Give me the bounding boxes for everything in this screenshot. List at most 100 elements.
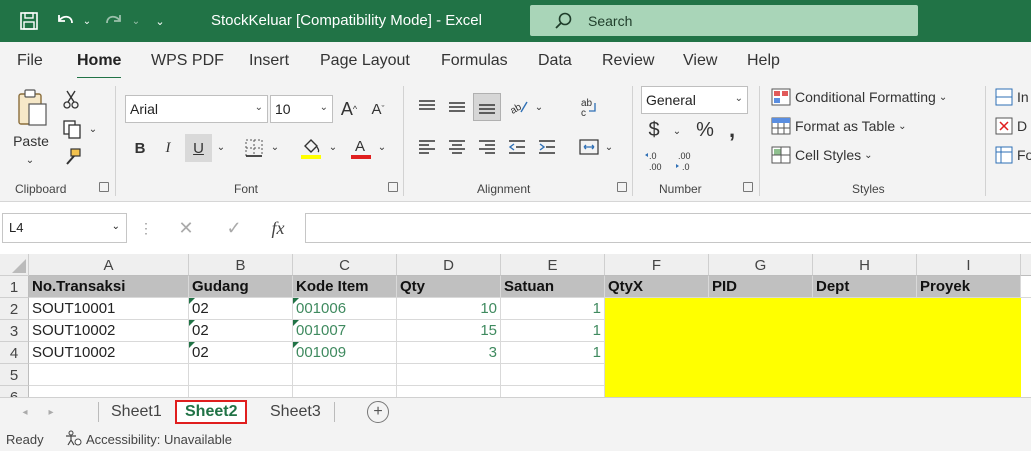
table-cell[interactable]: SOUT10001 — [29, 298, 189, 320]
row-header[interactable]: 5 — [0, 364, 29, 386]
name-box[interactable]: L4 ⌄ — [2, 213, 127, 243]
alignment-launcher-icon[interactable] — [617, 182, 627, 192]
underline-button[interactable]: U — [185, 134, 212, 162]
empty-cell[interactable] — [189, 364, 293, 386]
menu-data[interactable]: Data — [538, 52, 572, 70]
delete-cells-button[interactable]: D — [995, 117, 1027, 135]
borders-icon[interactable] — [241, 136, 267, 160]
decrease-indent-icon[interactable] — [504, 134, 530, 160]
select-all-corner[interactable] — [0, 254, 29, 276]
search-box[interactable]: Search — [530, 5, 918, 36]
empty-cell[interactable] — [501, 364, 605, 386]
table-header-cell[interactable]: PID — [709, 276, 813, 298]
font-launcher-icon[interactable] — [388, 182, 398, 192]
bold-button[interactable]: B — [128, 136, 152, 160]
menu-home[interactable]: Home — [77, 52, 122, 80]
empty-cell[interactable] — [1021, 276, 1031, 298]
row-header[interactable]: 2 — [0, 298, 29, 320]
empty-cell[interactable] — [293, 386, 397, 397]
table-cell[interactable]: 15 — [397, 320, 501, 342]
scroll-tabs-left-icon[interactable]: ◂ — [18, 404, 32, 420]
table-cell[interactable]: 001006 — [293, 298, 397, 320]
increase-indent-icon[interactable] — [534, 134, 560, 160]
sheet-tab-sheet3[interactable]: Sheet3 — [262, 400, 329, 424]
row-header[interactable]: 6 — [0, 386, 29, 397]
format-as-table-button[interactable]: Format as Table ⌄ — [771, 117, 907, 135]
align-left-icon[interactable] — [414, 134, 440, 160]
table-cell[interactable]: 02 — [189, 342, 293, 364]
table-cell[interactable]: 001007 — [293, 320, 397, 342]
table-header-cell[interactable]: Qty — [397, 276, 501, 298]
highlighted-range[interactable] — [605, 298, 1021, 397]
comma-format-button[interactable]: , — [722, 117, 742, 142]
decrease-font-size-icon[interactable]: Aˇ — [366, 96, 390, 122]
font-name-select[interactable]: Arial ⌄ — [125, 95, 268, 123]
column-header[interactable]: G — [709, 254, 813, 276]
empty-cell[interactable] — [29, 364, 189, 386]
redo-icon[interactable] — [101, 0, 127, 42]
menu-view[interactable]: View — [683, 52, 717, 70]
table-header-cell[interactable]: Dept — [813, 276, 917, 298]
insert-cells-button[interactable]: In — [995, 88, 1029, 106]
clipboard-launcher-icon[interactable] — [99, 182, 109, 192]
format-cells-button[interactable]: Fo — [995, 146, 1031, 164]
empty-cell[interactable] — [1021, 298, 1031, 397]
column-header[interactable]: F — [605, 254, 709, 276]
table-cell[interactable]: 3 — [397, 342, 501, 364]
menu-review[interactable]: Review — [602, 52, 654, 70]
table-cell[interactable]: SOUT10002 — [29, 320, 189, 342]
increase-font-size-icon[interactable]: A ^ — [337, 96, 361, 122]
accessibility-icon[interactable] — [64, 430, 82, 449]
formula-bar-grip-icon[interactable]: ⋮ — [139, 216, 153, 240]
merge-dropdown-icon[interactable]: ⌄ — [602, 140, 616, 154]
percent-format-button[interactable]: % — [692, 118, 718, 142]
currency-format-button[interactable]: $ — [642, 118, 666, 142]
column-header[interactable]: I — [917, 254, 1021, 276]
increase-decimal-icon[interactable]: .0.00 — [642, 148, 670, 174]
table-header-cell[interactable]: Gudang — [189, 276, 293, 298]
merge-center-icon[interactable] — [576, 134, 602, 160]
menu-page-layout[interactable]: Page Layout — [320, 52, 410, 70]
table-header-cell[interactable]: No.Transaksi — [29, 276, 189, 298]
empty-cell[interactable] — [501, 386, 605, 397]
insert-function-button[interactable]: fx — [265, 216, 291, 240]
save-icon[interactable] — [14, 0, 44, 42]
column-header[interactable]: A — [29, 254, 189, 276]
fill-color-icon[interactable] — [298, 134, 324, 162]
fill-color-dropdown-icon[interactable]: ⌄ — [326, 140, 340, 154]
italic-button[interactable]: I — [156, 136, 180, 160]
decrease-decimal-icon[interactable]: .00.0 — [672, 148, 700, 174]
row-header[interactable]: 3 — [0, 320, 29, 342]
sheet-tab-sheet2[interactable]: Sheet2 — [175, 400, 248, 424]
menu-insert[interactable]: Insert — [249, 52, 289, 70]
empty-cell[interactable] — [189, 386, 293, 397]
menu-wps-pdf[interactable]: WPS PDF — [151, 52, 224, 70]
align-top-icon[interactable] — [414, 94, 440, 120]
row-header[interactable]: 4 — [0, 342, 29, 364]
undo-icon[interactable] — [52, 0, 78, 42]
column-header[interactable]: B — [189, 254, 293, 276]
row-header[interactable]: 1 — [0, 276, 29, 298]
empty-cell[interactable] — [397, 386, 501, 397]
table-header-cell[interactable]: Kode Item — [293, 276, 397, 298]
paste-icon[interactable] — [10, 86, 54, 130]
currency-dropdown-icon[interactable]: ⌄ — [670, 124, 684, 138]
redo-dropdown-icon[interactable]: ⌄ — [129, 0, 143, 42]
table-cell[interactable]: SOUT10002 — [29, 342, 189, 364]
table-header-cell[interactable]: QtyX — [605, 276, 709, 298]
align-bottom-icon[interactable] — [473, 93, 501, 121]
align-center-icon[interactable] — [444, 134, 470, 160]
font-color-icon[interactable]: A — [348, 134, 374, 162]
table-cell[interactable]: 1 — [501, 342, 605, 364]
empty-cell[interactable] — [29, 386, 189, 397]
paste-dropdown-icon[interactable]: ⌄ — [22, 154, 38, 166]
customize-toolbar-icon[interactable]: ⌄ — [152, 0, 168, 42]
column-header[interactable]: D — [397, 254, 501, 276]
formula-input[interactable] — [305, 213, 1031, 243]
undo-dropdown-icon[interactable]: ⌄ — [80, 0, 94, 42]
column-header[interactable] — [1021, 254, 1031, 276]
column-header[interactable]: C — [293, 254, 397, 276]
conditional-formatting-button[interactable]: Conditional Formatting ⌄ — [771, 88, 947, 106]
sheet-tab-sheet1[interactable]: Sheet1 — [103, 400, 170, 424]
table-cell[interactable]: 1 — [501, 320, 605, 342]
